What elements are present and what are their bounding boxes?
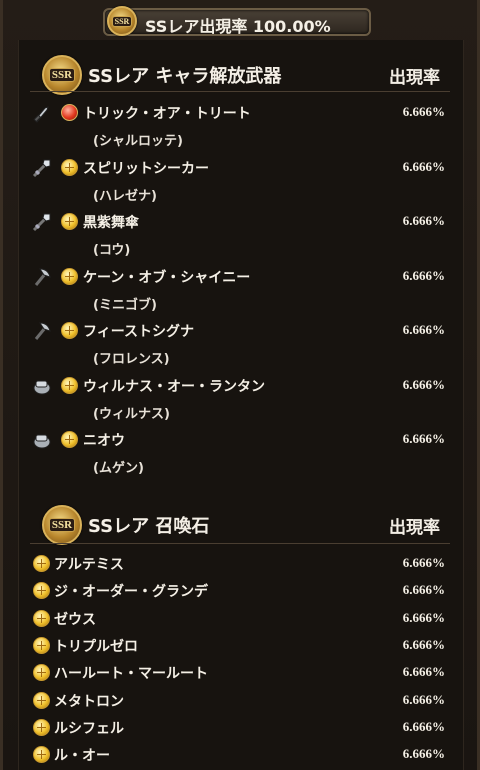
character-name: (ムゲン) (93, 461, 144, 476)
light-element-icon (61, 267, 78, 285)
weapon-name: スピリットシーカー (83, 160, 209, 177)
weapon-name: ウィルナス・オー・ランタン (83, 378, 265, 395)
section-divider (30, 543, 450, 544)
drop-rate: 6.666% (402, 213, 445, 228)
character-name: (ミニゴブ) (93, 297, 157, 313)
light-element-icon (33, 691, 50, 709)
drop-rate: 6.666% (402, 376, 445, 392)
drop-rate: 6.666% (402, 267, 445, 283)
weapon-name: トリック・オア・トリート (83, 106, 251, 122)
summon-name: ルシフェル (54, 720, 124, 737)
rate-column-header: 出現率 (389, 68, 440, 88)
summon-name: ジ・オーダー・グランデ (54, 584, 208, 601)
section-title-summons: SSレア 召喚石 (88, 516, 210, 537)
summon-name: トリプルゼロ (54, 638, 138, 655)
light-element-icon (33, 555, 50, 572)
drop-rate: 6.666% (402, 431, 445, 446)
light-element-icon (33, 636, 50, 654)
light-element-icon (61, 213, 78, 230)
rate-column-header: 出現率 (389, 518, 440, 538)
light-element-icon (61, 431, 78, 448)
ssr-rate-summary-bar: SSR SSレア出現率 100.00% (103, 6, 371, 36)
drop-rate: 6.666% (402, 582, 445, 598)
ssr-badge-icon: SSR (107, 6, 137, 36)
summon-name: アルテミス (54, 557, 124, 573)
drop-rate: 6.666% (402, 718, 445, 734)
drop-rate: 6.666% (402, 322, 445, 337)
weapon-name: ケーン・オブ・シャイニー (83, 269, 251, 286)
character-name: (ハレゼナ) (93, 188, 157, 204)
summon-name: ゼウス (54, 611, 96, 628)
light-element-icon (33, 718, 50, 736)
character-name: (フロレンス) (93, 352, 170, 367)
drop-rate: 6.666% (402, 555, 445, 570)
spear-icon (31, 157, 53, 179)
drop-rate: 6.666% (402, 609, 445, 625)
character-name: (シャルロッテ) (93, 134, 183, 149)
dagger-icon (31, 102, 53, 124)
spear-icon (31, 211, 53, 233)
ssr-rate-total: SSレア出現率 100.00% (145, 17, 331, 36)
drop-rate: 6.666% (402, 664, 445, 680)
light-element-icon (61, 322, 78, 339)
summon-name: ル・オー (54, 748, 110, 765)
weapon-name: フィーストシグナ (83, 324, 195, 340)
character-name: (ウィルナス) (93, 406, 170, 422)
weapon-name: 黒紫舞傘 (83, 215, 139, 231)
light-element-icon (33, 746, 50, 764)
light-element-icon (61, 376, 78, 394)
light-element-icon (33, 609, 50, 627)
section-divider (30, 91, 450, 92)
summon-name: ハールート・マールート (54, 666, 208, 683)
fist-icon (31, 429, 53, 451)
weapon-name: ニオウ (83, 433, 125, 449)
rate-list-panel (18, 40, 464, 770)
axe-icon (31, 320, 53, 342)
ssr-badge-icon: SSR (42, 55, 82, 95)
summon-name: メタトロン (54, 693, 124, 710)
ssr-badge-icon: SSR (42, 505, 82, 545)
character-name: (コウ) (93, 243, 131, 258)
drop-rate: 6.666% (402, 158, 445, 174)
fist-icon (31, 375, 53, 397)
drop-rate: 6.666% (402, 691, 445, 707)
axe-icon (31, 266, 53, 288)
fire-element-icon (61, 104, 78, 121)
drop-rate: 6.666% (402, 746, 445, 762)
drop-rate: 6.666% (402, 636, 445, 652)
drop-rate: 6.666% (402, 104, 445, 119)
light-element-icon (61, 158, 78, 176)
section-title-weapons: SSレア キャラ解放武器 (88, 66, 282, 87)
